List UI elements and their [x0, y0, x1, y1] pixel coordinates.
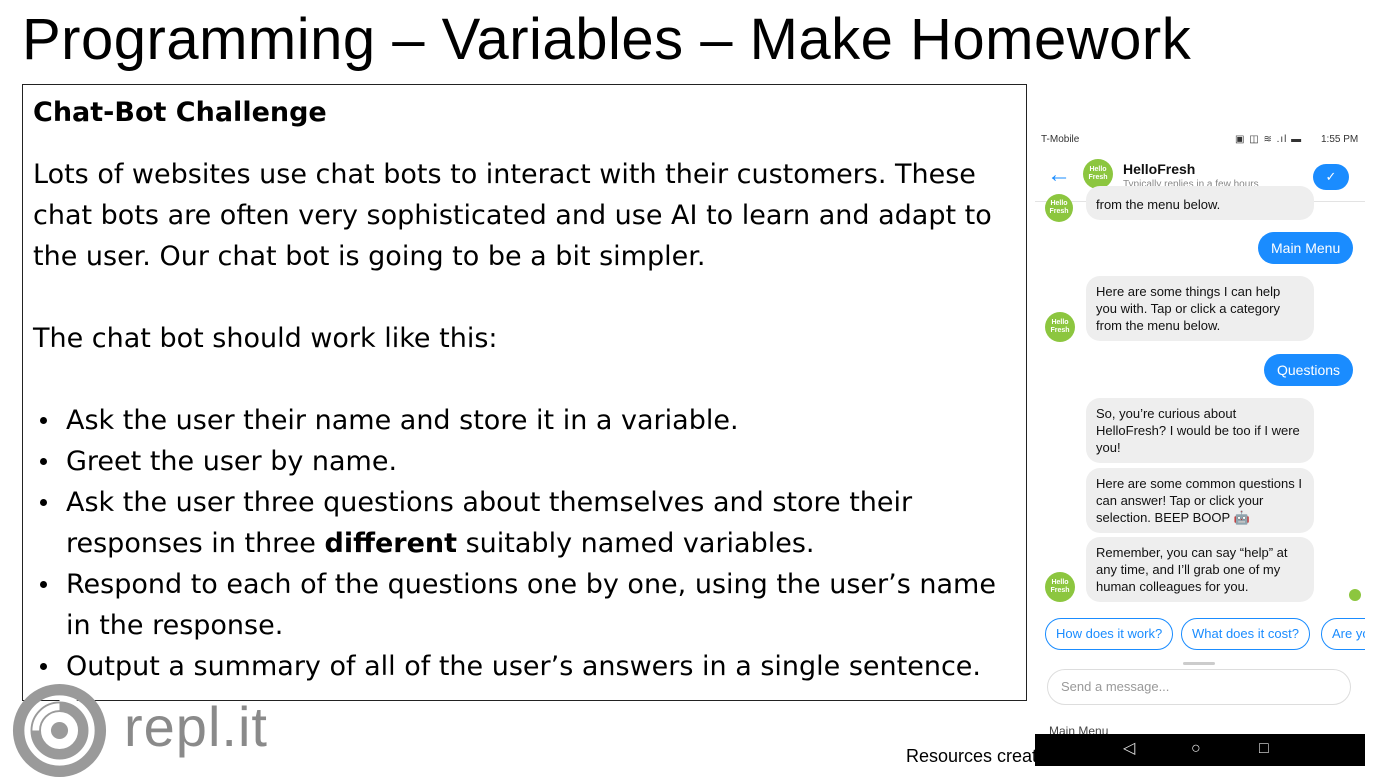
bot-avatar: Hello Fresh — [1045, 194, 1073, 222]
quick-reply-more[interactable]: Are yo — [1321, 618, 1365, 650]
user-message: Questions — [1264, 354, 1354, 386]
check-icon[interactable]: ✓ — [1313, 164, 1349, 190]
bot-message: Here are some common questions I can ans… — [1086, 468, 1314, 533]
back-icon[interactable]: ◁ — [1123, 739, 1135, 759]
replit-logo-icon — [12, 683, 107, 778]
recents-icon[interactable]: □ — [1259, 739, 1269, 759]
challenge-heading: Chat-Bot Challenge — [33, 97, 327, 128]
challenge-text-box: Chat-Bot Challenge Lots of websites use … — [22, 84, 1027, 701]
home-icon[interactable]: ○ — [1191, 739, 1201, 759]
message-input[interactable]: Send a message... — [1047, 669, 1351, 705]
bot-message: So, you’re curious about HelloFresh? I w… — [1086, 398, 1314, 463]
status-bar: T-Mobile ▣ ◫ ≋ .ıl ▬ 1:55 PM — [1035, 124, 1365, 152]
replit-logo-text: repl.it — [124, 695, 268, 758]
requirements-list: Ask the user their name and store it in … — [33, 400, 1016, 687]
bot-avatar: Hello Fresh — [1045, 312, 1075, 342]
read-receipt-icon — [1349, 589, 1361, 601]
slide-title: Programming – Variables – Make Homework — [22, 7, 1192, 72]
bot-message: from the menu below. — [1086, 186, 1314, 220]
requirement-item: Output a summary of all of the user’s an… — [33, 646, 1016, 687]
requirement-item: Ask the user three questions about thems… — [33, 482, 1016, 564]
quick-replies: How does it work? What does it cost? Are… — [1045, 618, 1365, 652]
requirement-item: Respond to each of the questions one by … — [33, 564, 1016, 646]
bot-message: Here are some things I can help you with… — [1086, 276, 1314, 341]
requirement-item: Greet the user by name. — [33, 441, 1016, 482]
user-message: Main Menu — [1258, 232, 1354, 264]
instructions-paragraph: The chat bot should work like this: — [33, 323, 498, 354]
quick-reply-how-it-works[interactable]: How does it work? — [1045, 618, 1174, 650]
android-nav-bar: ◁ ○ □ — [1035, 734, 1365, 766]
chat-screenshot: T-Mobile ▣ ◫ ≋ .ıl ▬ 1:55 PM ← Hello Fre… — [1035, 124, 1365, 766]
contact-avatar: Hello Fresh — [1083, 159, 1113, 189]
signal-icon: ▣ ◫ ≋ .ıl ▬ — [1235, 134, 1303, 145]
requirement-item: Ask the user their name and store it in … — [33, 400, 1016, 441]
intro-paragraph: Lots of websites use chat bots to intera… — [33, 159, 992, 272]
bot-message: Remember, you can say “help” at any time… — [1086, 537, 1314, 602]
bot-avatar: Hello Fresh — [1045, 572, 1075, 602]
quick-reply-cost[interactable]: What does it cost? — [1181, 618, 1310, 650]
emphasis-text: different — [324, 528, 458, 559]
contact-name: HelloFresh — [1123, 161, 1196, 177]
clock-label: 1:55 PM — [1321, 134, 1359, 145]
back-arrow-icon[interactable]: ← — [1047, 160, 1071, 190]
carrier-label: T-Mobile — [1041, 134, 1080, 145]
drag-handle[interactable] — [1183, 662, 1215, 665]
